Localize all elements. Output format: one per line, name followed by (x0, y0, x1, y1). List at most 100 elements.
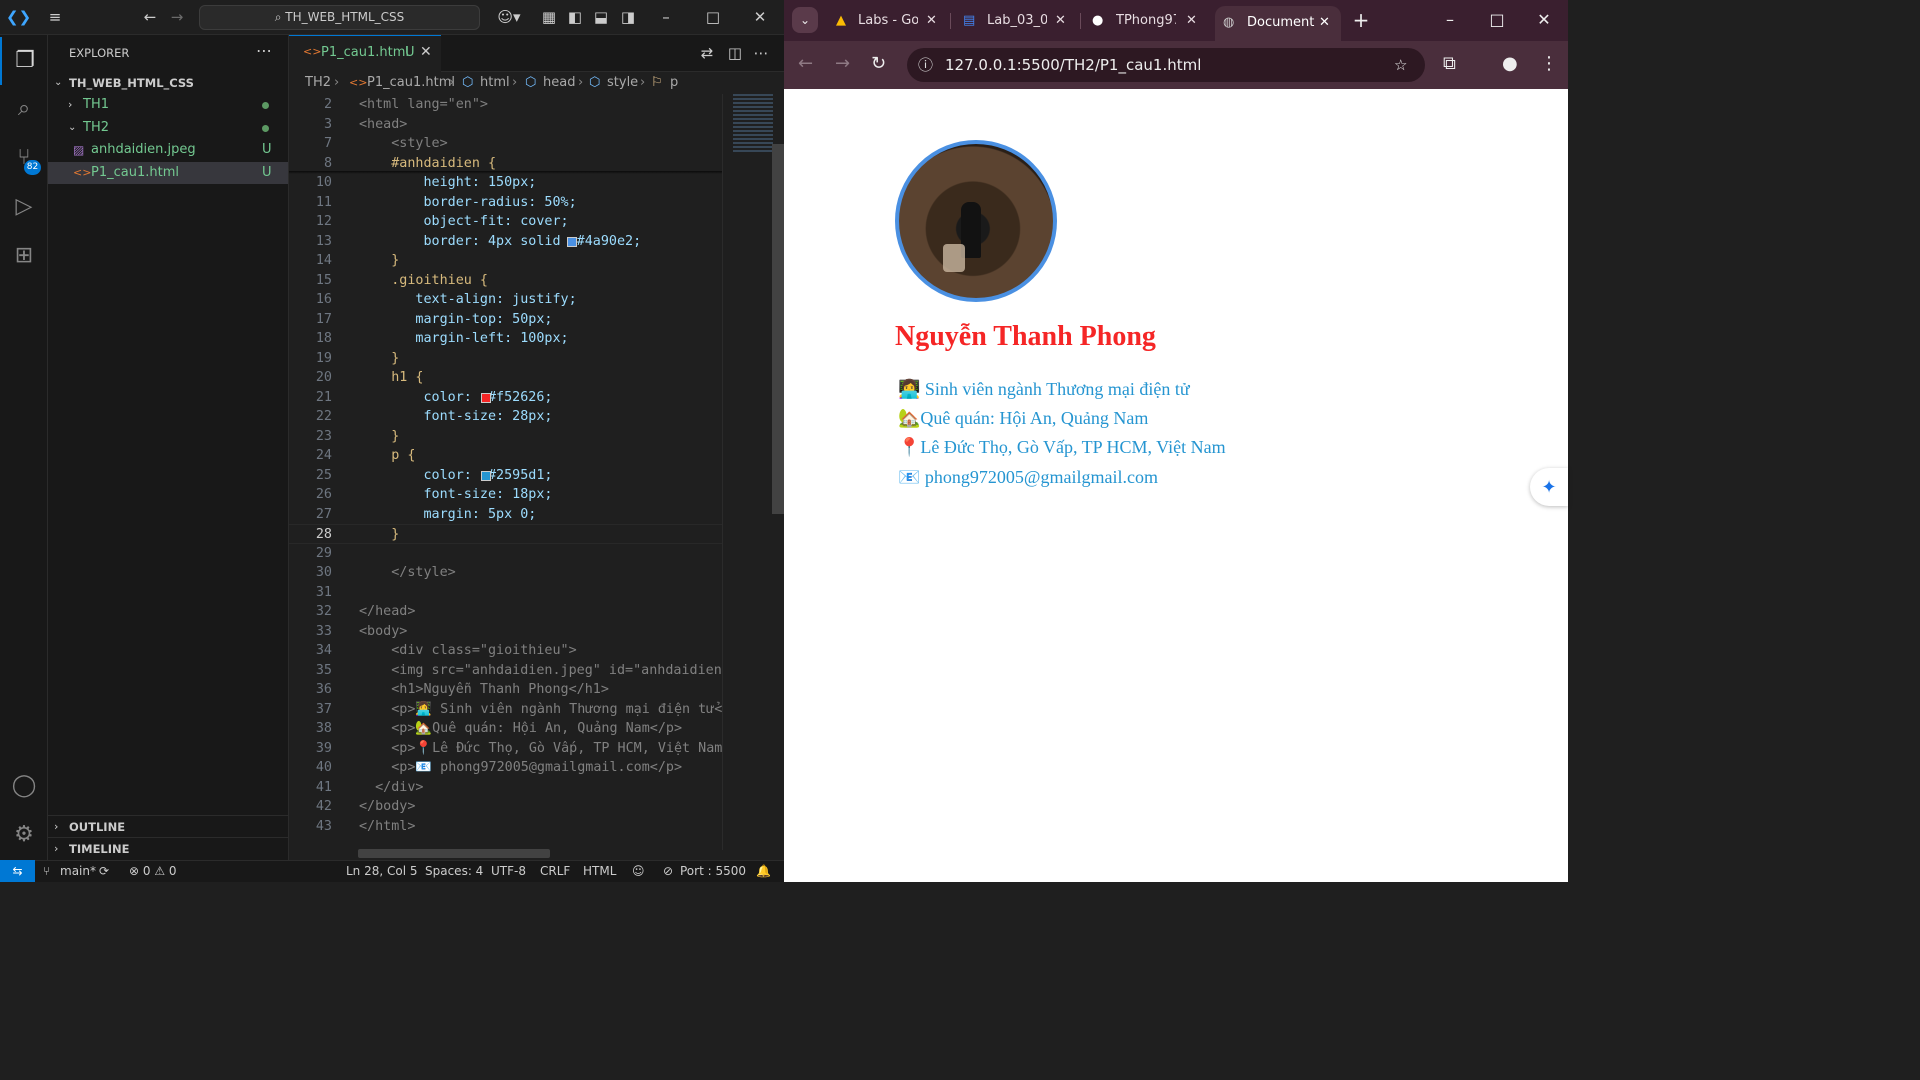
code-line[interactable]: 13 border: 4px solid #4a90e2; (289, 232, 722, 252)
copilot-status-icon[interactable]: ☺ (632, 861, 645, 882)
tab-close-icon[interactable]: ✕ (420, 44, 432, 60)
toggle-secondary-sidebar-icon[interactable]: ◨ (619, 0, 637, 35)
menu-icon[interactable]: ≡ (44, 0, 66, 35)
tab-close-icon[interactable]: ✕ (1186, 7, 1197, 35)
code-line[interactable]: 18 margin-left: 100px; (289, 329, 722, 349)
minimize-icon[interactable]: – (1440, 7, 1460, 33)
customize-layout-icon[interactable]: ▦ (540, 0, 558, 35)
search-icon[interactable]: ⌕ (0, 85, 48, 133)
code-line[interactable]: 37 <p>👩‍💻 Sinh viên ngành Thương mại điệ… (289, 700, 722, 720)
outline-section[interactable]: › OUTLINE (48, 815, 288, 837)
profile-avatar[interactable]: ● (1502, 53, 1518, 74)
language-mode[interactable]: HTML (583, 861, 616, 882)
toggle-panel-icon[interactable]: ⬓ (592, 0, 610, 35)
code-line[interactable]: 41 </div> (289, 778, 722, 798)
line-endings[interactable]: CRLF (540, 861, 570, 882)
back-arrow-icon[interactable]: ← (140, 0, 160, 35)
code-line[interactable]: 33 <body> (289, 622, 722, 642)
new-tab-icon[interactable]: + (1349, 7, 1373, 33)
problems-count[interactable]: ⊗ 0 ⚠ 0 (129, 861, 177, 882)
breadcrumb-item[interactable]: p (670, 72, 678, 94)
source-control-icon[interactable]: ⑂ (0, 134, 48, 182)
tree-file-p1-cau1[interactable]: <> P1_cau1.html U (48, 162, 288, 184)
settings-gear-icon[interactable]: ⚙ (0, 811, 48, 859)
code-line[interactable]: 17 margin-top: 50px; (289, 310, 722, 330)
color-swatch[interactable] (481, 392, 491, 403)
color-swatch[interactable] (481, 470, 491, 481)
address-bar[interactable]: ⓘ 127.0.0.1:5500/TH2/P1_cau1.html ☆ (907, 48, 1425, 82)
minimize-icon[interactable]: – (656, 0, 676, 35)
code-line[interactable]: 43 </html> (289, 817, 722, 837)
code-line[interactable]: 40 <p>📧 phong972005@gmailgmail.com</p> (289, 758, 722, 778)
forward-arrow-icon[interactable]: → (835, 53, 850, 74)
code-line[interactable]: 3 <head> (289, 115, 722, 135)
code-editor[interactable]: 2 <html lang="en"> 3 <head> 7 <style> 8 #anhd… (289, 94, 722, 850)
code-line[interactable]: 31 (289, 583, 722, 603)
tab-github[interactable]: ● TPhong97 ✕ (1085, 7, 1207, 35)
tab-close-icon[interactable]: ✕ (926, 7, 937, 35)
code-line[interactable]: 7 <style> (289, 134, 722, 154)
code-line[interactable]: 36 <h1>Nguyễn Thanh Phong</h1> (289, 680, 722, 700)
code-line[interactable]: 24 p { (289, 446, 722, 466)
code-line[interactable]: 38 <p>🏡Quê quán: Hội An, Quảng Nam</p> (289, 719, 722, 739)
back-arrow-icon[interactable]: ← (798, 53, 813, 74)
account-icon[interactable]: ◯ (0, 762, 48, 810)
code-line[interactable]: 2 <html lang="en"> (289, 95, 722, 115)
code-line[interactable]: 15 .gioithieu { (289, 271, 722, 291)
tab-p1-cau1[interactable]: <> P1_cau1.html U ✕ (289, 35, 441, 72)
tree-folder-th2[interactable]: ⌄ TH2 (48, 117, 288, 139)
extensions-icon[interactable]: ⊞ (0, 232, 48, 280)
encoding[interactable]: UTF-8 (491, 861, 526, 882)
remote-icon[interactable]: ⇆ (0, 860, 35, 882)
code-line[interactable]: 20 h1 { (289, 368, 722, 388)
toggle-sidebar-icon[interactable]: ◧ (566, 0, 584, 35)
tree-folder-th1[interactable]: › TH1 (48, 94, 288, 116)
code-line[interactable]: 30 </style> (289, 563, 722, 583)
code-line[interactable]: 26 font-size: 18px; (289, 485, 722, 505)
code-line[interactable]: 42 </body> (289, 797, 722, 817)
horizontal-scrollbar[interactable] (358, 849, 550, 858)
code-line[interactable]: 16 text-align: justify; (289, 290, 722, 310)
code-line[interactable]: 19 } (289, 349, 722, 369)
side-panel-sparkle-icon[interactable]: ✦ (1530, 468, 1568, 506)
code-line[interactable]: 35 <img src="anhdaidien.jpeg" id="anhdai… (289, 661, 722, 681)
reload-icon[interactable]: ↻ (871, 53, 886, 74)
breadcrumb-item[interactable]: TH2 (305, 72, 331, 94)
close-icon[interactable]: ✕ (750, 0, 770, 35)
sync-icon[interactable]: ⟳ (99, 861, 109, 882)
cursor-position[interactable]: Ln 28, Col 5 (346, 861, 418, 882)
color-swatch[interactable] (567, 236, 577, 247)
timeline-section[interactable]: › TIMELINE (48, 837, 288, 859)
bookmark-star-icon[interactable]: ☆ (1394, 48, 1407, 82)
code-line[interactable]: 14 } (289, 251, 722, 271)
notifications-bell-icon[interactable]: 🔔 (756, 861, 771, 882)
code-line[interactable]: 29 (289, 544, 722, 564)
maximize-icon[interactable]: □ (703, 0, 723, 35)
copilot-icon[interactable]: ☺▾ (494, 0, 524, 35)
site-info-icon[interactable]: ⓘ (918, 48, 933, 82)
code-line[interactable]: 32 </head> (289, 602, 722, 622)
breadcrumb-item[interactable]: style (607, 72, 638, 94)
tab-labs[interactable]: ▲ Labs - Goo ✕ (828, 7, 946, 35)
more-actions-icon[interactable]: ⋯ (256, 41, 272, 60)
minimap[interactable] (722, 94, 784, 850)
maximize-icon[interactable]: □ (1487, 7, 1507, 33)
split-editor-icon[interactable]: ◫ (725, 36, 745, 71)
close-icon[interactable]: ✕ (1534, 7, 1554, 33)
tab-lab-03-04[interactable]: ▤ Lab_03_04 ✕ (956, 7, 1076, 35)
code-line[interactable]: 21 color: #f52626; (289, 388, 722, 408)
tab-close-icon[interactable]: ✕ (1319, 9, 1330, 37)
command-center-search[interactable]: ⌕ TH_WEB_HTML_CSS (199, 5, 480, 30)
explorer-icon[interactable]: ❐ (0, 37, 48, 85)
live-server-port[interactable]: Port : 5500 (680, 861, 746, 882)
code-line[interactable]: 39 <p>📍Lê Đức Thọ, Gò Vấp, TP HCM, Việt … (289, 739, 722, 759)
breadcrumb-item[interactable]: P1_cau1.html (367, 72, 455, 94)
run-debug-icon[interactable]: ▷ (0, 183, 48, 231)
breadcrumb-item[interactable]: head (543, 72, 575, 94)
code-line[interactable]: 10 height: 150px; (289, 173, 722, 193)
tab-document[interactable]: ◍ Document ✕ (1215, 6, 1341, 41)
code-line[interactable]: 23 } (289, 427, 722, 447)
code-line[interactable]: 11 border-radius: 50%; (289, 193, 722, 213)
code-line[interactable]: 22 font-size: 28px; (289, 407, 722, 427)
compare-changes-icon[interactable]: ⇄ (697, 36, 717, 71)
